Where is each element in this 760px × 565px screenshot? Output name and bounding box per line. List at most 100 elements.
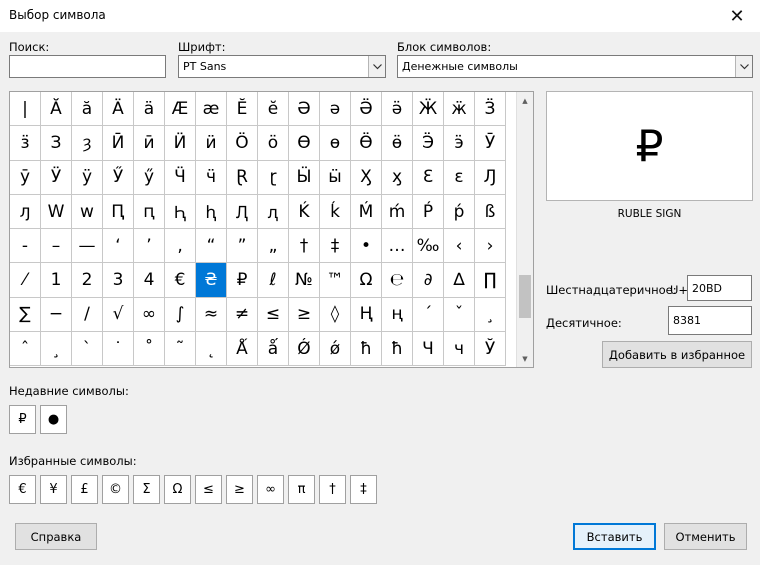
- glyph-cell[interactable]: ԯ: [258, 194, 289, 230]
- add-favorite-button[interactable]: Добавить в избранное: [602, 341, 752, 368]
- glyph-cell[interactable]: ‹: [444, 229, 475, 264]
- glyph-cell[interactable]: ‘: [103, 229, 134, 264]
- glyph-cell[interactable]: Ӫ: [351, 126, 382, 161]
- cancel-button[interactable]: Отменить: [664, 523, 747, 550]
- glyph-cell[interactable]: ӫ: [382, 126, 413, 161]
- glyph-cell[interactable]: ä: [134, 92, 165, 127]
- glyph-cell[interactable]: ӛ: [382, 92, 413, 127]
- glyph-cell[interactable]: €: [165, 263, 196, 298]
- glyph-cell[interactable]: ӝ: [444, 92, 475, 127]
- glyph-cell[interactable]: ≥: [289, 297, 320, 333]
- glyph-cell[interactable]: Ө: [289, 126, 320, 161]
- glyph-cell[interactable]: ǻ: [258, 332, 289, 367]
- scrollbar-thumb[interactable]: [519, 275, 531, 318]
- glyph-cell[interactable]: ˙: [103, 332, 134, 367]
- glyph-cell[interactable]: Ӹ: [289, 160, 320, 195]
- glyph-cell[interactable]: ‚: [165, 229, 196, 264]
- favorite-symbol[interactable]: †: [319, 475, 346, 504]
- font-select[interactable]: PT Sans: [178, 55, 386, 78]
- glyph-cell[interactable]: Ԧ: [165, 194, 196, 230]
- glyph-cell[interactable]: −: [41, 297, 72, 333]
- favorite-symbol[interactable]: ¥: [40, 475, 67, 504]
- glyph-cell[interactable]: Ӱ: [41, 160, 72, 195]
- hex-input[interactable]: [687, 275, 752, 301]
- glyph-cell[interactable]: ◊: [320, 297, 351, 333]
- glyph-cell[interactable]: ˇ: [444, 297, 475, 333]
- glyph-cell[interactable]: Ӥ: [165, 126, 196, 161]
- glyph-cell[interactable]: Ӧ: [227, 126, 258, 161]
- glyph-cell[interactable]: ≠: [227, 297, 258, 333]
- glyph-cell[interactable]: •: [351, 229, 382, 264]
- help-button[interactable]: Справка: [15, 523, 97, 550]
- glyph-cell[interactable]: ∂: [413, 263, 444, 298]
- recent-symbol[interactable]: ₽: [9, 405, 36, 434]
- glyph-cell[interactable]: ₴: [196, 263, 227, 298]
- glyph-cell[interactable]: ¸: [41, 332, 72, 367]
- glyph-cell[interactable]: ӱ: [72, 160, 103, 195]
- glyph-cell[interactable]: ǿ: [320, 332, 351, 367]
- glyph-cell[interactable]: ӥ: [196, 126, 227, 161]
- glyph-cell[interactable]: Ԯ: [227, 194, 258, 230]
- glyph-cell[interactable]: ›: [475, 229, 506, 264]
- favorite-symbol[interactable]: ≤: [195, 475, 222, 504]
- glyph-cell[interactable]: ₽: [227, 263, 258, 298]
- glyph-cell[interactable]: Ч: [413, 332, 444, 367]
- glyph-cell[interactable]: Ӛ: [351, 92, 382, 127]
- glyph-cell[interactable]: ӹ: [320, 160, 351, 195]
- glyph-cell[interactable]: Ӟ: [475, 92, 506, 127]
- glyph-cell[interactable]: ԑ: [444, 160, 475, 195]
- glyph-cell[interactable]: ∏: [475, 263, 506, 298]
- glyph-cell[interactable]: 2: [72, 263, 103, 298]
- glyph-cell[interactable]: ˚: [134, 332, 165, 367]
- favorite-symbol[interactable]: ≥: [226, 475, 253, 504]
- glyph-cell[interactable]: Ӵ: [165, 160, 196, 195]
- glyph-cell[interactable]: æ: [196, 92, 227, 127]
- glyph-cell[interactable]: ȝ: [72, 126, 103, 161]
- favorite-symbol[interactable]: Ω: [164, 475, 191, 504]
- glyph-cell[interactable]: ˆ: [10, 332, 41, 367]
- glyph-cell[interactable]: W: [41, 194, 72, 230]
- glyph-cell[interactable]: Ĕ: [227, 92, 258, 127]
- glyph-cell[interactable]: ⁄: [10, 263, 41, 298]
- glyph-cell[interactable]: ≈: [196, 297, 227, 333]
- glyph-cell[interactable]: ӳ: [134, 160, 165, 195]
- glyph-cell[interactable]: Ǻ: [227, 332, 258, 367]
- glyph-cell[interactable]: Ӯ: [475, 126, 506, 161]
- glyph-cell[interactable]: Ў: [475, 332, 506, 367]
- glyph-cell[interactable]: Ḿ: [351, 194, 382, 230]
- scroll-up-icon[interactable]: ▲: [517, 92, 533, 109]
- glyph-cell[interactable]: „: [258, 229, 289, 264]
- glyph-cell[interactable]: Ḱ: [289, 194, 320, 230]
- glyph-cell[interactable]: ß: [475, 194, 506, 230]
- favorite-symbol[interactable]: €: [9, 475, 36, 504]
- glyph-cell[interactable]: “: [196, 229, 227, 264]
- glyph-cell[interactable]: ‡: [320, 229, 351, 264]
- search-input[interactable]: [9, 55, 166, 78]
- glyph-cell[interactable]: З: [41, 126, 72, 161]
- glyph-cell[interactable]: 1: [41, 263, 72, 298]
- glyph-cell[interactable]: 3: [103, 263, 134, 298]
- glyph-cell[interactable]: ”: [227, 229, 258, 264]
- glyph-cell[interactable]: Ṕ: [413, 194, 444, 230]
- glyph-cell[interactable]: ™: [320, 263, 351, 298]
- glyph-cell[interactable]: Ԑ: [413, 160, 444, 195]
- glyph-cell[interactable]: ĕ: [258, 92, 289, 127]
- glyph-cell[interactable]: Ӽ: [351, 160, 382, 195]
- insert-button[interactable]: Вставить: [573, 523, 656, 550]
- grid-scrollbar[interactable]: ▲ ▼: [516, 92, 533, 367]
- glyph-cell[interactable]: 4: [134, 263, 165, 298]
- glyph-cell[interactable]: ӵ: [196, 160, 227, 195]
- glyph-cell[interactable]: —: [72, 229, 103, 264]
- glyph-cell[interactable]: w: [72, 194, 103, 230]
- glyph-cell[interactable]: -: [10, 229, 41, 264]
- glyph-cell[interactable]: ∞: [134, 297, 165, 333]
- block-select[interactable]: Денежные символы: [397, 55, 753, 78]
- glyph-cell[interactable]: ɽ: [258, 160, 289, 195]
- favorite-symbol[interactable]: ‡: [350, 475, 377, 504]
- favorite-symbol[interactable]: ∞: [257, 475, 284, 504]
- decimal-input[interactable]: [668, 306, 752, 335]
- glyph-cell[interactable]: ∕: [72, 297, 103, 333]
- glyph-cell[interactable]: ℓ: [258, 263, 289, 298]
- glyph-cell[interactable]: ℮: [382, 263, 413, 298]
- glyph-cell[interactable]: Æ: [165, 92, 196, 127]
